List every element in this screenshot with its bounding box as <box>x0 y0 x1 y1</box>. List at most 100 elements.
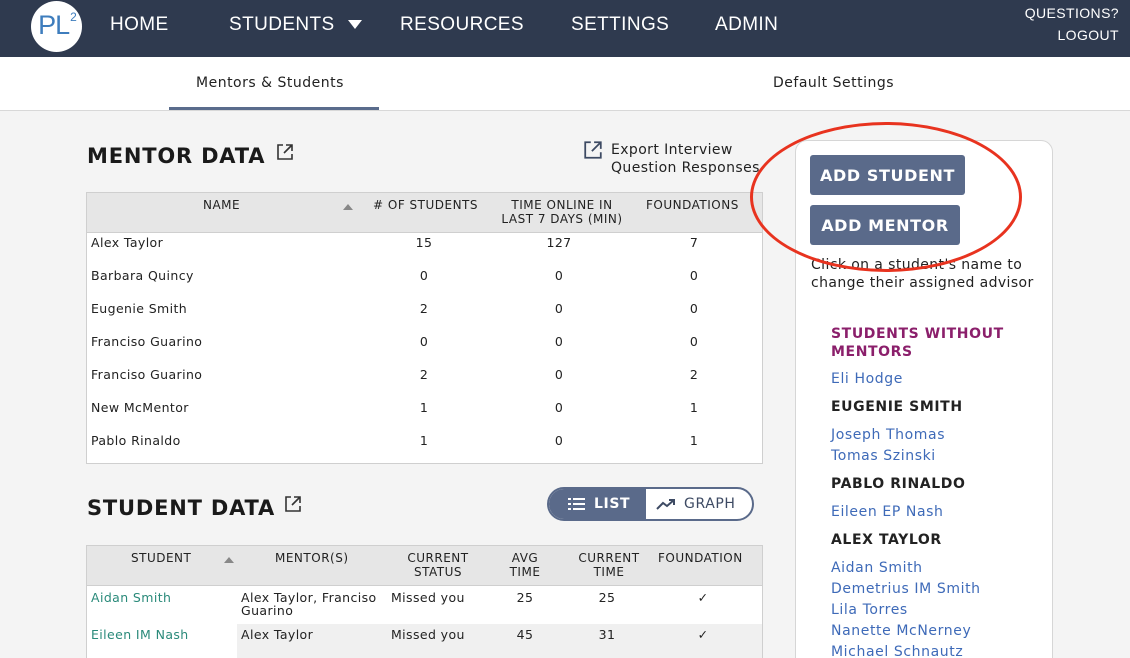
cell-students: 2 <box>419 367 429 382</box>
cell-foundations: 1 <box>689 433 699 448</box>
pl2-logo[interactable]: PL2 <box>31 1 82 52</box>
add-student-button[interactable]: ADD STUDENT <box>810 155 965 195</box>
active-tab-indicator <box>169 107 379 110</box>
col-avg-line1: AVG <box>511 551 539 565</box>
sort-asc-icon[interactable] <box>224 557 234 563</box>
cell-mentors: Alex Taylor <box>241 627 314 642</box>
cell-foundations: 0 <box>689 268 699 283</box>
cell-foundation-check: ✓ <box>697 590 709 605</box>
questions-link[interactable]: QUESTIONS? <box>1025 5 1119 21</box>
cell-name: Barbara Quincy <box>91 268 194 283</box>
cell-time: 0 <box>554 400 564 415</box>
col-foundation[interactable]: FOUNDATION <box>658 551 743 565</box>
tab-default-settings[interactable]: Default Settings <box>773 75 894 91</box>
mentor-table-header: NAME # OF STUDENTS TIME ONLINE IN LAST 7… <box>87 193 762 233</box>
cell-current-time: 31 <box>598 627 616 642</box>
cell-time: 0 <box>554 301 564 316</box>
col-time-online[interactable]: TIME ONLINE IN LAST 7 DAYS (MIN) <box>492 198 632 226</box>
graph-view-button[interactable]: GRAPH <box>646 489 752 519</box>
cell-students: 2 <box>419 301 429 316</box>
add-mentor-button[interactable]: ADD MENTOR <box>810 205 960 245</box>
external-link-icon[interactable] <box>284 495 302 513</box>
student-link[interactable]: Demetrius IM Smith <box>831 581 981 597</box>
logout-link[interactable]: LOGOUT <box>1057 27 1119 43</box>
col-cur-line2: TIME <box>593 565 625 579</box>
mentor-group-heading: PABLO RINALDO <box>831 476 966 492</box>
student-link[interactable]: Lila Torres <box>831 602 908 618</box>
cell-time: 0 <box>554 433 564 448</box>
student-link[interactable]: Michael Schnautz <box>831 644 963 658</box>
student-link[interactable]: Aidan Smith <box>831 560 923 576</box>
col-mentors[interactable]: MENTOR(S) <box>275 551 349 565</box>
list-icon <box>568 498 585 510</box>
trending-graph-icon <box>656 499 675 510</box>
cell-name: Franciso Guarino <box>91 334 203 349</box>
col-status-line1: CURRENT <box>407 551 469 565</box>
cell-foundations: 7 <box>689 235 699 250</box>
list-view-button[interactable]: LIST <box>549 489 646 519</box>
student-table-header: STUDENT MENTOR(S) CURRENT STATUS AVG TIM… <box>87 546 762 586</box>
cell-avg-time: 25 <box>516 590 534 605</box>
external-link-icon[interactable] <box>276 143 294 161</box>
cell-foundations: 0 <box>689 301 699 316</box>
nav-admin[interactable]: ADMIN <box>715 14 778 36</box>
nav-students[interactable]: STUDENTS <box>229 14 335 36</box>
nav-home[interactable]: HOME <box>110 14 169 36</box>
list-label: LIST <box>594 496 631 512</box>
mentor-group-heading: STUDENTS WITHOUT MENTORS <box>831 326 1004 360</box>
export-interview-link[interactable]: Export Interview Question Responses <box>611 141 781 177</box>
col-time-line1: TIME ONLINE IN <box>511 198 613 212</box>
col-current-time[interactable]: CURRENT TIME <box>569 551 649 579</box>
cell-foundations: 1 <box>689 400 699 415</box>
student-name-link[interactable]: Eileen IM Nash <box>91 627 231 642</box>
col-foundations[interactable]: FOUNDATIONS <box>646 198 739 212</box>
mentor-group-heading: EUGENIE SMITH <box>831 399 963 415</box>
cell-mentors-line2: Guarino <box>241 603 294 618</box>
nav-settings[interactable]: SETTINGS <box>571 14 669 36</box>
logo-text: PL2 <box>38 10 77 40</box>
export-line-2: Question Responses <box>611 160 760 176</box>
panel-help-text: Click on a student's name to change thei… <box>811 257 1034 291</box>
export-line-1: Export Interview <box>611 142 733 158</box>
student-link[interactable]: Joseph Thomas <box>831 427 945 443</box>
col-num-students[interactable]: # OF STUDENTS <box>373 198 478 212</box>
student-link[interactable]: Nanette McNerney <box>831 623 971 639</box>
cell-name: Pablo Rinaldo <box>91 433 181 448</box>
export-external-icon[interactable] <box>583 140 603 160</box>
list-graph-toggle: LIST GRAPH <box>547 487 754 521</box>
mentor-group-heading: ALEX TAYLOR <box>831 532 942 548</box>
col-cur-line1: CURRENT <box>578 551 640 565</box>
col-current-status[interactable]: CURRENT STATUS <box>397 551 479 579</box>
cell-students: 15 <box>415 235 433 250</box>
col-student[interactable]: STUDENT <box>131 551 191 565</box>
graph-label: GRAPH <box>684 496 736 512</box>
mentor-table: NAME # OF STUDENTS TIME ONLINE IN LAST 7… <box>86 192 763 464</box>
cell-name: Eugenie Smith <box>91 301 188 316</box>
student-link[interactable]: Tomas Szinski <box>831 448 936 464</box>
student-link[interactable]: Eileen EP Nash <box>831 504 944 520</box>
sub-tabs-bar: Mentors & Students Default Settings <box>0 57 1130 111</box>
cell-students: 1 <box>419 400 429 415</box>
student-name-link[interactable]: Aidan Smith <box>91 590 231 605</box>
tab-mentors-students[interactable]: Mentors & Students <box>196 75 344 91</box>
cell-name: New McMentor <box>91 400 189 415</box>
cell-avg-time: 45 <box>516 627 534 642</box>
col-status-line2: STATUS <box>413 565 463 579</box>
nav-resources[interactable]: RESOURCES <box>400 14 524 36</box>
col-name[interactable]: NAME <box>203 198 240 212</box>
cell-students: 1 <box>419 433 429 448</box>
col-avg-time[interactable]: AVG TIME <box>495 551 555 579</box>
cell-foundations: 2 <box>689 367 699 382</box>
col-time-line2: LAST 7 DAYS (MIN) <box>501 212 623 226</box>
sort-asc-icon[interactable] <box>343 204 353 210</box>
cell-status: Missed you <box>391 627 465 642</box>
students-dropdown-caret-icon[interactable] <box>348 20 362 29</box>
cell-students: 0 <box>419 268 429 283</box>
cell-time: 0 <box>554 367 564 382</box>
cell-students: 0 <box>419 334 429 349</box>
student-link[interactable]: Eli Hodge <box>831 371 903 387</box>
cell-time: 0 <box>554 268 564 283</box>
mentor-data-title: MENTOR DATA <box>87 144 266 168</box>
cell-name: Franciso Guarino <box>91 367 203 382</box>
cell-foundation-check: ✓ <box>697 627 709 642</box>
